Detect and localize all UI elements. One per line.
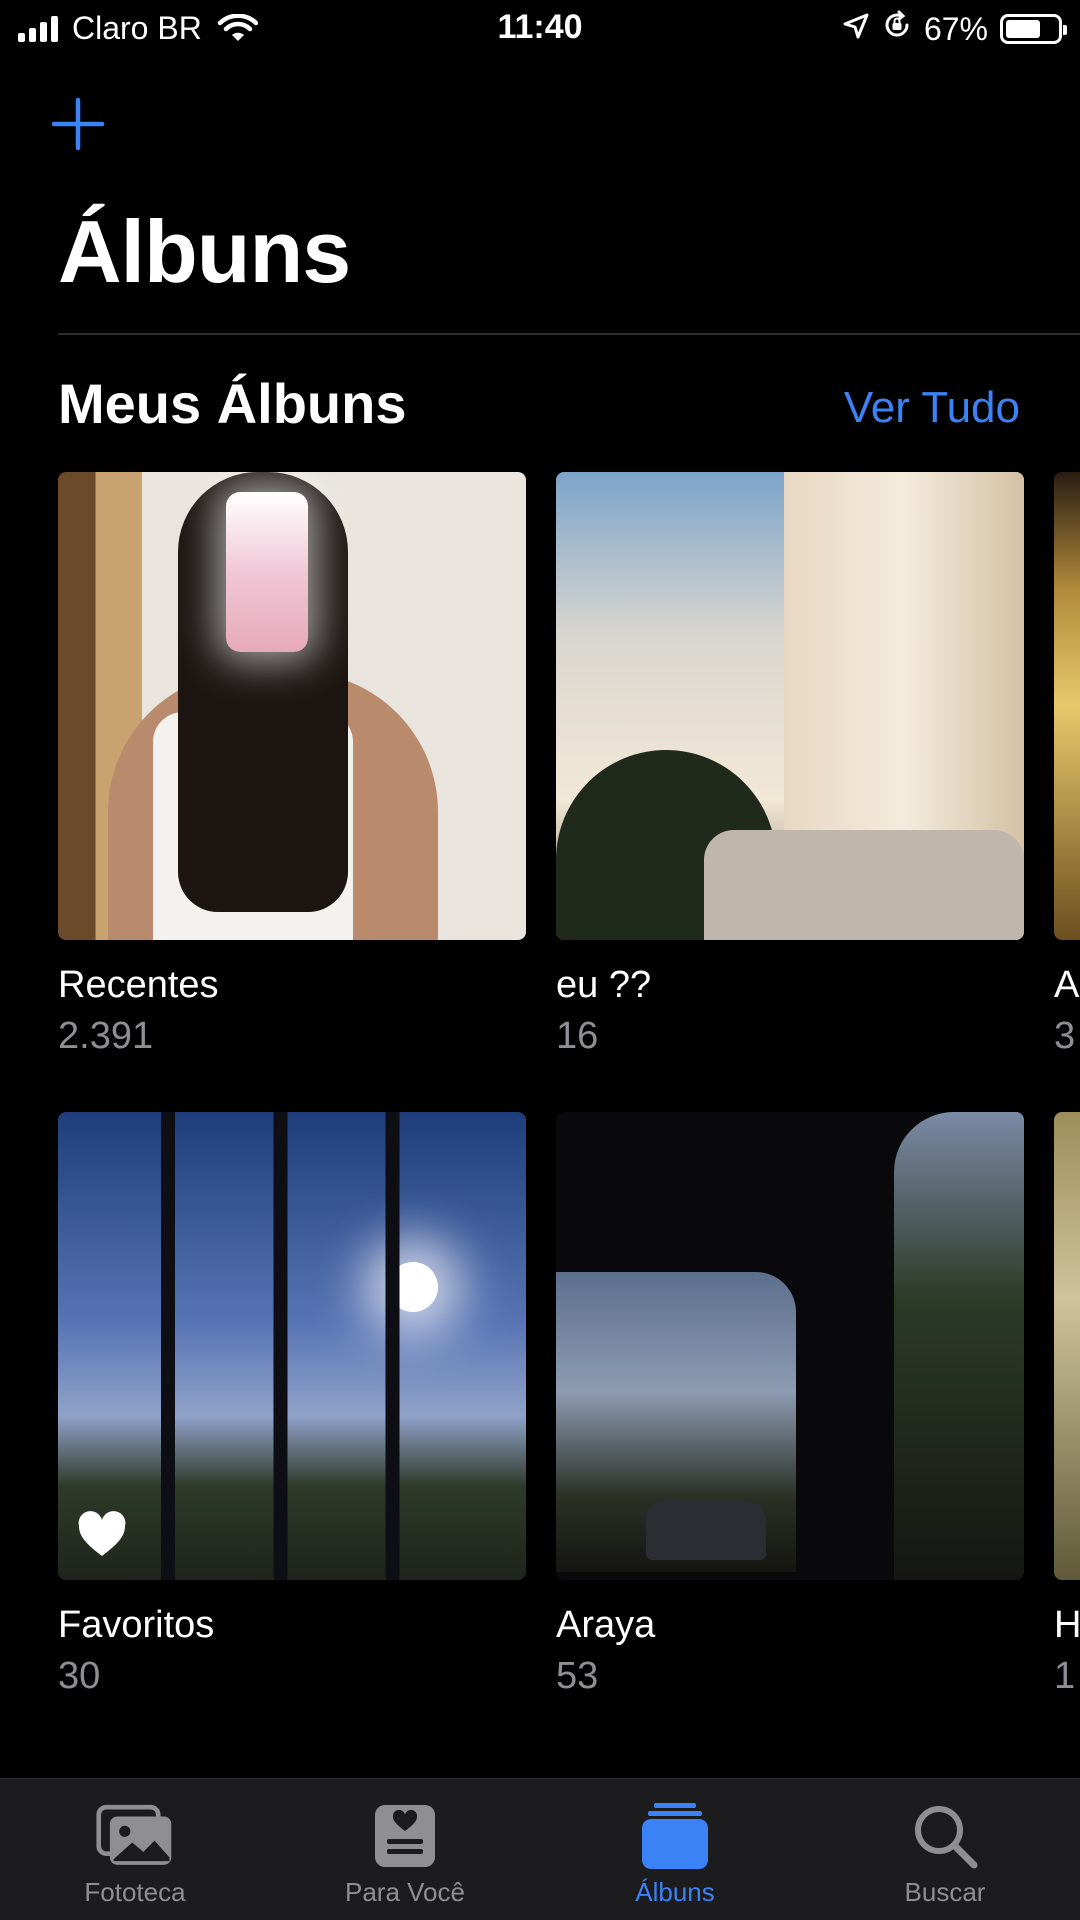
tab-label: Fototeca: [84, 1877, 186, 1907]
album-name: A: [1054, 964, 1080, 1006]
tab-albuns[interactable]: Álbuns: [540, 1779, 810, 1920]
status-bar: Claro BR 11:40 67%: [0, 0, 1080, 58]
for-you-icon: [365, 1801, 445, 1871]
add-album-button[interactable]: [50, 96, 106, 152]
album-count: 1: [1054, 1654, 1076, 1697]
album-count: 16: [556, 1014, 599, 1057]
album-name: H: [1054, 1604, 1080, 1646]
album-name: Araya: [556, 1604, 656, 1646]
album-count: 53: [556, 1654, 599, 1697]
album-eu[interactable]: eu ?? 16: [556, 472, 1024, 1063]
tab-bar: Fototeca Para Você Álbuns Buscar: [0, 1778, 1080, 1920]
album-araya[interactable]: Araya 53: [556, 1112, 1024, 1703]
header-divider: [58, 333, 1080, 335]
album-count: 3: [1054, 1014, 1076, 1057]
album-thumbnail: [58, 1112, 526, 1580]
album-favoritos[interactable]: Favoritos 30: [58, 1112, 526, 1703]
location-arrow-icon: [842, 11, 870, 48]
plus-icon: [51, 97, 105, 151]
tab-label: Buscar: [904, 1877, 986, 1907]
tab-para-voce[interactable]: Para Você: [270, 1779, 540, 1920]
album-count: 2.391: [58, 1014, 154, 1057]
album-thumbnail: [556, 1112, 1024, 1580]
battery-percentage: 67%: [923, 10, 988, 47]
see-all-link[interactable]: Ver Tudo: [844, 386, 1020, 430]
album-thumbnail: [556, 472, 1024, 940]
section-title: Meus Álbuns: [58, 372, 407, 435]
albums-icon: [635, 1801, 715, 1871]
search-icon: [905, 1801, 985, 1871]
tab-label: Para Você: [345, 1877, 465, 1907]
albums-screen: Claro BR 11:40 67% Álbuns Meus Álbuns Ve…: [0, 0, 1080, 1920]
album-count: 30: [58, 1654, 101, 1697]
album-partial-a[interactable]: A 3: [1054, 472, 1080, 1063]
battery-icon: [1000, 14, 1067, 44]
tab-label: Álbuns: [635, 1877, 715, 1907]
tab-buscar[interactable]: Buscar: [810, 1779, 1080, 1920]
orientation-lock-icon: [882, 10, 912, 48]
battery-fill: [1006, 20, 1040, 38]
album-thumbnail: [1054, 472, 1080, 940]
album-thumbnail: [58, 472, 526, 940]
album-name: Recentes: [58, 964, 219, 1006]
album-thumbnail: [1054, 1112, 1080, 1580]
page-title: Álbuns: [58, 202, 351, 301]
album-name: Favoritos: [58, 1604, 215, 1646]
heart-icon: [78, 1511, 126, 1556]
photo-library-icon: [95, 1801, 175, 1871]
status-right: 67%: [842, 10, 1067, 48]
album-recentes[interactable]: Recentes 2.391: [58, 472, 526, 1063]
album-partial-h[interactable]: H 1: [1054, 1112, 1080, 1703]
album-name: eu ??: [556, 964, 652, 1006]
tab-fototeca[interactable]: Fototeca: [0, 1779, 270, 1920]
